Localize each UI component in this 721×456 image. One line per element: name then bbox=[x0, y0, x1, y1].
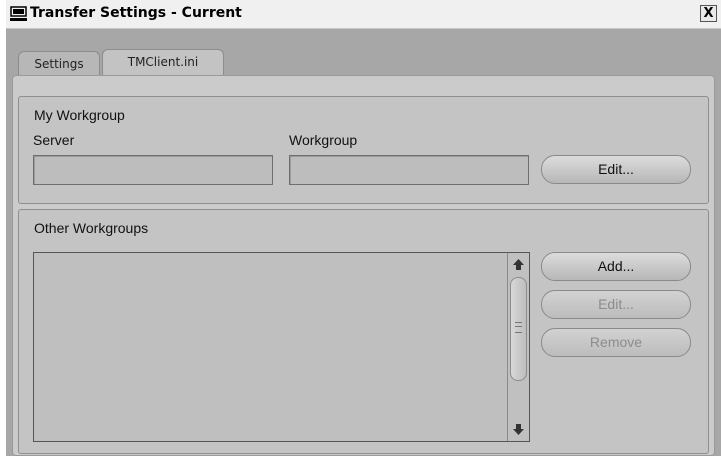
add-workgroup-button[interactable]: Add... bbox=[541, 252, 691, 281]
other-workgroups-heading: Other Workgroups bbox=[34, 220, 149, 236]
arrow-down-icon[interactable] bbox=[511, 422, 526, 437]
title-bar[interactable]: Transfer Settings - Current X bbox=[6, 0, 721, 29]
my-workgroup-heading: My Workgroup bbox=[34, 107, 125, 123]
vertical-scrollbar[interactable] bbox=[507, 253, 529, 441]
remove-workgroup-button[interactable]: Remove bbox=[541, 328, 691, 357]
edit-workgroup-button[interactable]: Edit... bbox=[541, 290, 691, 319]
transfer-settings-window: Transfer Settings - Current X Settings T… bbox=[6, 0, 721, 456]
tab-panel: My Workgroup Server Workgroup Edit... Ot… bbox=[12, 75, 715, 456]
window-title: Transfer Settings - Current bbox=[30, 5, 242, 21]
server-field[interactable] bbox=[33, 155, 273, 185]
edit-my-workgroup-button[interactable]: Edit... bbox=[541, 155, 691, 184]
scroll-thumb[interactable] bbox=[510, 277, 527, 381]
server-label: Server bbox=[33, 132, 75, 148]
close-button[interactable]: X bbox=[700, 5, 717, 22]
close-icon: X bbox=[703, 6, 714, 21]
my-workgroup-group: My Workgroup Server Workgroup Edit... bbox=[18, 96, 709, 204]
arrow-up-icon[interactable] bbox=[511, 257, 526, 272]
grip-icon bbox=[515, 322, 522, 333]
tab-strip: Settings TMClient.ini bbox=[6, 29, 721, 77]
workgroup-label: Workgroup bbox=[289, 132, 358, 148]
other-workgroups-list[interactable] bbox=[33, 252, 530, 442]
other-workgroups-group: Other Workgroups Add... Edit... Remove bbox=[18, 209, 709, 454]
computer-icon bbox=[10, 6, 27, 22]
workgroup-field[interactable] bbox=[289, 155, 529, 185]
tab-settings[interactable]: Settings bbox=[18, 51, 100, 76]
tab-tmclient-ini[interactable]: TMClient.ini bbox=[102, 49, 224, 76]
